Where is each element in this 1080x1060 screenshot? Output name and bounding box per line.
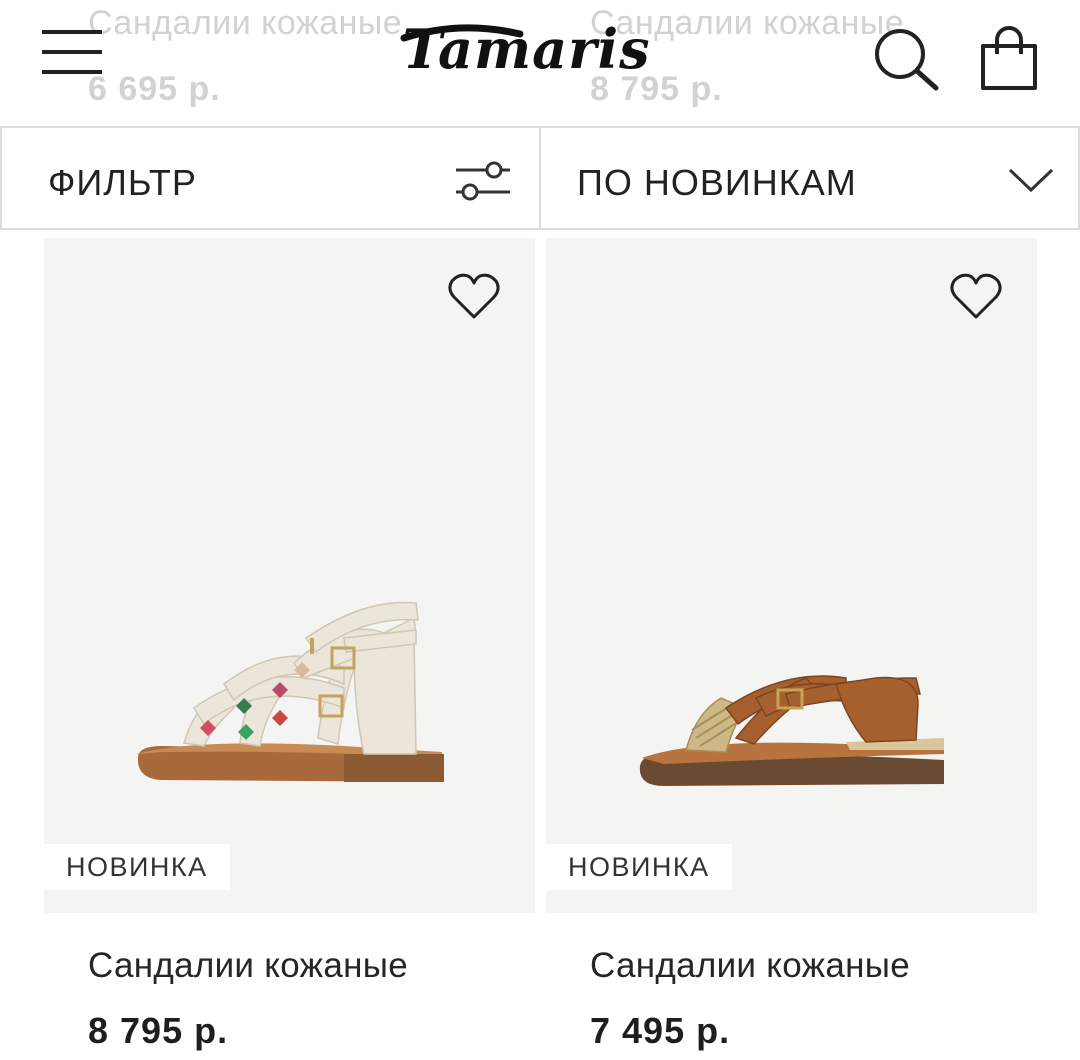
product-title[interactable]: Сандалии кожаные: [88, 946, 408, 986]
sliders-icon: [456, 161, 510, 201]
new-badge: НОВИНКА: [546, 844, 732, 890]
product-image[interactable]: НОВИНКА: [546, 238, 1037, 913]
hamburger-menu-icon: [42, 30, 102, 34]
cart-button[interactable]: [978, 24, 1040, 92]
hamburger-line: [42, 70, 102, 74]
sort-dropdown[interactable]: ПО НОВИНКАМ: [541, 128, 1080, 228]
menu-button[interactable]: [40, 26, 104, 80]
catalog-toolbar: ФИЛЬТР ПО НОВИНКАМ: [0, 126, 1080, 230]
product-card[interactable]: НОВИНКА Сандалии кожаные 8 795 р.: [44, 238, 535, 1051]
filter-button[interactable]: ФИЛЬТР: [0, 128, 541, 228]
search-icon: [875, 29, 939, 91]
product-price: 8 795 р.: [88, 1010, 229, 1051]
hamburger-line: [42, 50, 102, 54]
search-button[interactable]: [872, 26, 942, 92]
product-image[interactable]: НОВИНКА: [44, 238, 535, 913]
product-card[interactable]: НОВИНКА Сандалии кожаные 7 495 р.: [546, 238, 1037, 1051]
strappy-sandal-image: [639, 675, 944, 786]
sort-label: ПО НОВИНКАМ: [577, 162, 857, 203]
filter-label: ФИЛЬТР: [48, 162, 197, 203]
heart-icon: [448, 273, 500, 319]
shopping-bag-icon: [981, 26, 1037, 90]
chevron-down-icon: [1008, 168, 1054, 193]
add-to-favorites-button[interactable]: [447, 272, 501, 322]
heart-icon: [950, 273, 1002, 319]
add-to-favorites-button[interactable]: [949, 272, 1003, 322]
gladiator-sandal-image: [136, 601, 444, 782]
product-title[interactable]: Сандалии кожаные: [590, 946, 910, 986]
site-header: Tamaris: [0, 0, 1080, 126]
tamaris-logo[interactable]: Tamaris: [400, 14, 682, 84]
new-badge: НОВИНКА: [44, 844, 230, 890]
product-price: 7 495 р.: [590, 1010, 731, 1051]
